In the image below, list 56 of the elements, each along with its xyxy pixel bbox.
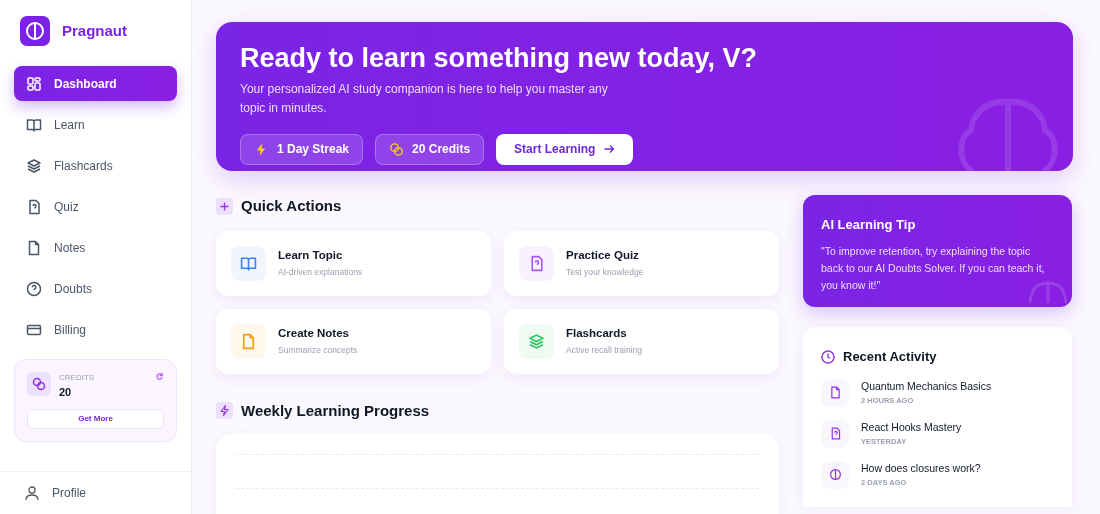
credits-value: 20 xyxy=(59,385,73,400)
user-icon xyxy=(24,485,40,501)
quick-action-card[interactable]: Create Notes Summarize concepts xyxy=(216,308,491,374)
coins-icon xyxy=(27,372,51,396)
brain-watermark-icon xyxy=(1028,281,1068,305)
grid-icon xyxy=(26,75,42,92)
layers-icon xyxy=(26,157,42,174)
brain-icon xyxy=(821,460,849,489)
card-title: Learn Topic xyxy=(278,248,344,263)
question-file-icon xyxy=(821,419,849,448)
stat-badge: 20 Credits xyxy=(375,133,485,165)
section-title: Quick Actions xyxy=(241,196,342,216)
tip-title: AI Learning Tip xyxy=(821,216,917,234)
help-icon xyxy=(26,280,42,297)
clock-icon xyxy=(821,349,835,364)
card-subtitle: Summarize concepts xyxy=(278,344,358,357)
sidebar-item[interactable]: Billing xyxy=(14,312,177,347)
hero-subtitle: Your personalized AI study companion is here to help you master any topic in minutes. xyxy=(240,80,609,117)
file-icon xyxy=(26,239,42,256)
coins-icon xyxy=(389,141,405,157)
start-learning-button[interactable]: Start Learning xyxy=(496,133,634,165)
quick-action-card[interactable]: Flashcards Active recall training xyxy=(504,308,779,374)
tip-text: "To improve retention, try explaining the topic back to our AI Doubts Solver. If you can teach it, you know it!" xyxy=(821,243,1046,293)
book-icon xyxy=(26,116,42,133)
arrow-right-icon xyxy=(603,143,616,156)
quick-action-card[interactable]: Practice Quiz Test your knowledge xyxy=(504,230,779,296)
sidebar-item[interactable]: Notes xyxy=(14,230,177,265)
sidebar-item[interactable]: Quiz xyxy=(14,189,177,224)
activity-title[interactable]: React Hooks Mastery xyxy=(861,420,962,436)
brand-name: Pragnaut xyxy=(62,20,127,41)
profile-link[interactable]: Profile xyxy=(52,484,86,502)
get-more-button[interactable]: Get More xyxy=(27,408,164,429)
sidebar-item[interactable]: Flashcards xyxy=(14,148,177,183)
card-title: Practice Quiz xyxy=(566,248,640,263)
activity-title[interactable]: Quantum Mechanics Basics xyxy=(861,379,992,395)
card-subtitle: Active recall training xyxy=(566,344,643,357)
quick-action-card[interactable]: Learn Topic AI-driven explanations xyxy=(216,230,491,296)
card-title: Create Notes xyxy=(278,326,350,341)
card-subtitle: Test your knowledge xyxy=(566,266,644,279)
hero-title: Ready to learn something new today, V? xyxy=(240,42,759,75)
card-title: Flashcards xyxy=(566,326,628,341)
file-icon xyxy=(821,378,849,407)
credits-label: CREDITS xyxy=(59,372,96,384)
lightning-icon xyxy=(216,402,233,420)
activity-title[interactable]: How does closures work? xyxy=(861,461,981,477)
stat-badge: 1 Day Streak xyxy=(240,133,364,165)
sidebar-item[interactable]: Doubts xyxy=(14,271,177,306)
sidebar-item[interactable]: Dashboard xyxy=(14,66,177,101)
card-subtitle: AI-driven explanations xyxy=(278,266,363,279)
refresh-icon[interactable] xyxy=(155,372,164,381)
section-title: Weekly Learning Progress xyxy=(241,400,430,421)
sidebar-item[interactable]: Learn xyxy=(14,107,177,142)
recent-activity-title: Recent Activity xyxy=(843,348,937,366)
plus-icon xyxy=(216,197,233,215)
question-file-icon xyxy=(26,198,42,215)
brain-logo-icon xyxy=(20,16,50,46)
